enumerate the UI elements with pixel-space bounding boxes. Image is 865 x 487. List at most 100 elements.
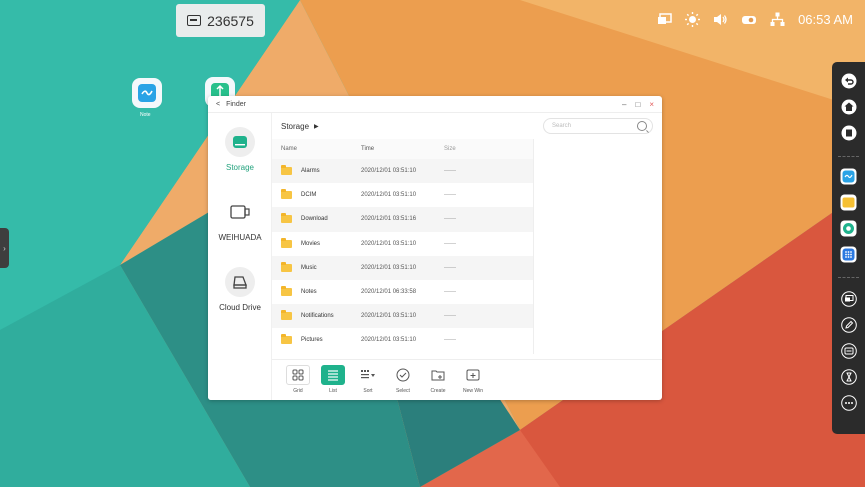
back-button[interactable]: < (216, 101, 220, 108)
table-header: Name Time Size (272, 139, 533, 159)
browser-icon[interactable] (840, 220, 857, 237)
table-row[interactable]: Notes 2020/12/01 06:33:58 —— (272, 280, 533, 304)
list-button[interactable]: List (318, 365, 348, 400)
usb-drive-icon (225, 197, 255, 227)
table-row[interactable]: Download 2020/12/01 03:51:16 —— (272, 207, 533, 232)
file-name: Download (301, 216, 328, 223)
folder-icon (281, 213, 292, 224)
maximize-button[interactable]: □ (635, 100, 640, 109)
folder-icon (281, 189, 292, 200)
finder-window: < Finder – □ × Storage WEIHUADA Cloud Dr… (208, 96, 662, 400)
clock-time: 06:53 AM (798, 12, 853, 27)
file-name: Notifications (301, 313, 334, 320)
sidebar-item-cloud-drive[interactable]: Cloud Drive (208, 267, 272, 312)
sort-icon (361, 370, 375, 379)
back-icon[interactable] (840, 72, 857, 89)
table-row[interactable]: Music 2020/12/01 03:51:10 —— (272, 255, 533, 280)
file-size: —— (444, 168, 456, 175)
grid-view-icon (292, 369, 304, 381)
file-time: 2020/12/01 06:33:58 (361, 289, 417, 296)
cloud-drive-icon (225, 267, 255, 297)
storage-drive-icon (225, 127, 255, 157)
create-folder-icon (431, 370, 445, 381)
note-app-icon[interactable] (840, 168, 857, 185)
column-size[interactable]: Size (444, 146, 504, 152)
right-dock (832, 62, 865, 434)
sort-button[interactable]: Sort (353, 365, 383, 400)
breadcrumb-storage[interactable]: Storage (281, 122, 309, 131)
desktop-icon-note[interactable] (132, 78, 162, 108)
timer-icon[interactable] (840, 368, 857, 385)
select-check-icon (396, 368, 410, 382)
column-name[interactable]: Name (272, 146, 361, 152)
table-row[interactable]: Pictures 2020/12/01 03:51:10 —— (272, 328, 533, 352)
file-time: 2020/12/01 03:51:10 (361, 168, 417, 175)
file-time: 2020/12/01 03:51:10 (361, 264, 417, 271)
table-body: Alarms 2020/12/01 03:51:10 —— DCIM 2020/… (272, 159, 533, 353)
finder-sidebar: Storage WEIHUADA Cloud Drive (208, 113, 272, 400)
camera-icon[interactable] (741, 14, 757, 26)
left-sidebar-handle[interactable]: › (0, 228, 9, 268)
folder-icon (281, 237, 292, 248)
tool-label: Select (396, 388, 410, 394)
search-icon[interactable] (637, 121, 647, 131)
sidebar-item-weihuada[interactable]: WEIHUADA (208, 197, 272, 242)
close-button[interactable]: × (649, 100, 654, 109)
file-size: —— (444, 264, 456, 271)
minimize-button[interactable]: – (622, 100, 626, 109)
file-size: —— (444, 192, 456, 199)
file-size: —— (444, 216, 456, 223)
screen-code-chip[interactable]: 236575 (176, 4, 265, 37)
finder-titlebar: < Finder – □ × (208, 96, 662, 113)
window-controls: – □ × (622, 100, 662, 109)
create-button[interactable]: Create (423, 365, 453, 400)
network-icon[interactable] (770, 12, 785, 27)
grid-button[interactable]: Grid (283, 365, 313, 400)
search-input[interactable]: Search (543, 118, 653, 134)
select-button[interactable]: Select (388, 365, 418, 400)
sidebar-item-storage[interactable]: Storage (208, 127, 272, 172)
tool-label: Grid (293, 388, 303, 394)
finder-main: Storage ▶ Search Name Time Size Alarms 2… (272, 113, 662, 400)
dock-separator (838, 156, 859, 157)
apps-grid-icon[interactable] (840, 246, 857, 263)
folder-icon (281, 334, 292, 345)
table-row[interactable]: Notifications 2020/12/01 03:51:10 —— (272, 304, 533, 329)
breadcrumb-arrow-icon: ▶ (314, 123, 319, 130)
column-time[interactable]: Time (361, 146, 444, 152)
table-row[interactable]: Movies 2020/12/01 03:51:10 —— (272, 232, 533, 256)
home-icon[interactable] (840, 98, 857, 115)
file-table: Name Time Size Alarms 2020/12/01 03:51:1… (272, 139, 533, 353)
file-time: 2020/12/01 03:51:10 (361, 337, 417, 344)
tool-label: Sort (363, 388, 373, 394)
brightness-icon[interactable] (685, 12, 701, 27)
search-placeholder: Search (552, 123, 572, 129)
table-row[interactable]: Alarms 2020/12/01 03:51:10 —— (272, 159, 533, 184)
finder-app-icon[interactable] (840, 194, 857, 211)
screen-share-icon[interactable] (657, 13, 672, 26)
file-size: —— (444, 337, 456, 344)
annotate-icon[interactable] (840, 316, 857, 333)
file-name: Pictures (301, 337, 323, 344)
desktop-icon-note-label: Note (140, 112, 151, 118)
file-time: 2020/12/01 03:51:10 (361, 313, 417, 320)
new-window-button[interactable]: New Win (458, 365, 488, 400)
window-title: Finder (226, 100, 246, 108)
recent-apps-icon[interactable] (840, 124, 857, 141)
screen-code-icon (187, 15, 202, 26)
more-icon[interactable] (840, 394, 857, 411)
folder-icon (281, 165, 292, 176)
preview-pane (533, 139, 662, 354)
table-row[interactable]: DCIM 2020/12/01 03:51:10 —— (272, 183, 533, 207)
screen-code-icon[interactable] (840, 342, 857, 359)
tool-label: Create (430, 388, 446, 394)
new-window-icon (466, 369, 480, 381)
volume-icon[interactable] (713, 13, 728, 26)
screen-share-icon[interactable] (840, 290, 857, 307)
file-name: Notes (301, 289, 317, 296)
status-bar: 06:53 AM (657, 12, 853, 27)
file-name: Alarms (301, 168, 320, 175)
file-name: Music (301, 264, 317, 271)
file-name: Movies (301, 240, 321, 247)
file-time: 2020/12/01 03:51:10 (361, 240, 417, 247)
